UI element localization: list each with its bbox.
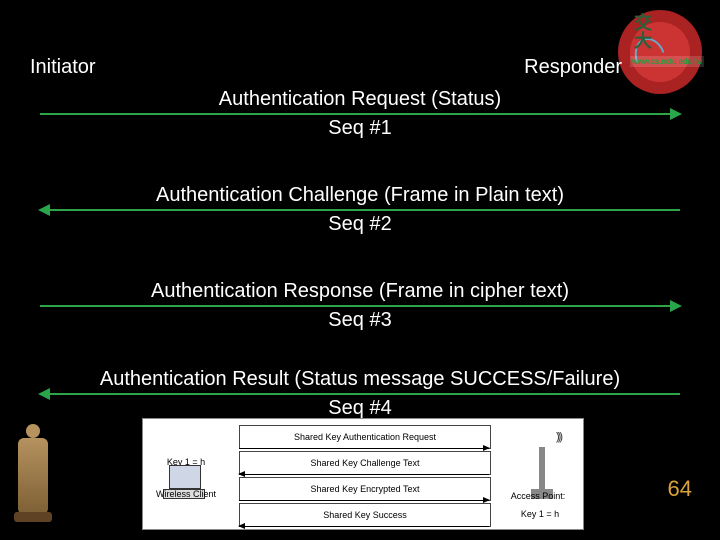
inset-ap-label: Access Point:: [503, 491, 573, 501]
arrow-right-icon: [40, 305, 680, 307]
inset-row-3: Shared Key Encrypted Text: [239, 477, 491, 501]
message-2-seq: Seq #2: [40, 213, 680, 236]
inset-diagram: Key 1 = h Wireless Client ))) Access Poi…: [142, 418, 584, 530]
signal-icon: ))): [556, 431, 561, 443]
inset-row-4: Shared Key Success: [239, 503, 491, 527]
inset-key1-right: Key 1 = h: [505, 509, 575, 519]
message-1: Authentication Request (Status) Seq #1: [40, 88, 680, 140]
message-2-label: Authentication Challenge (Frame in Plain…: [40, 184, 680, 207]
logo-line1: 交: [634, 13, 652, 33]
logo-glyphs: 交 大: [634, 14, 652, 50]
slide: 交 大 www.cs.nctu.edu.tw Initiator Respond…: [0, 0, 720, 540]
inset-client-label: Wireless Client: [151, 489, 221, 499]
message-2: Authentication Challenge (Frame in Plain…: [40, 184, 680, 236]
message-3: Authentication Response (Frame in cipher…: [40, 280, 680, 332]
message-4-label: Authentication Result (Status message SU…: [40, 368, 680, 391]
role-initiator: Initiator: [30, 56, 96, 79]
page-number: 64: [668, 476, 692, 502]
inset-arrow-right-icon: [239, 500, 489, 501]
inset-arrow-left-icon: [239, 526, 489, 527]
inset-arrow-right-icon: [239, 448, 489, 449]
arrow-right-icon: [40, 113, 680, 115]
logo-line2: 大: [634, 31, 652, 51]
role-responder: Responder: [524, 56, 622, 79]
message-4: Authentication Result (Status message SU…: [40, 368, 680, 420]
statue-icon: [18, 438, 48, 516]
message-1-seq: Seq #1: [40, 117, 680, 140]
inset-arrow-left-icon: [239, 474, 489, 475]
arrow-left-icon: [40, 393, 680, 395]
message-3-label: Authentication Response (Frame in cipher…: [40, 280, 680, 303]
message-1-label: Authentication Request (Status): [40, 88, 680, 111]
message-4-seq: Seq #4: [40, 397, 680, 420]
university-logo: 交 大 www.cs.nctu.edu.tw: [618, 10, 708, 100]
logo-url: www.cs.nctu.edu.tw: [630, 56, 704, 67]
inset-row-2: Shared Key Challenge Text: [239, 451, 491, 475]
message-3-seq: Seq #3: [40, 309, 680, 332]
arrow-left-icon: [40, 209, 680, 211]
inset-row-1: Shared Key Authentication Request: [239, 425, 491, 449]
